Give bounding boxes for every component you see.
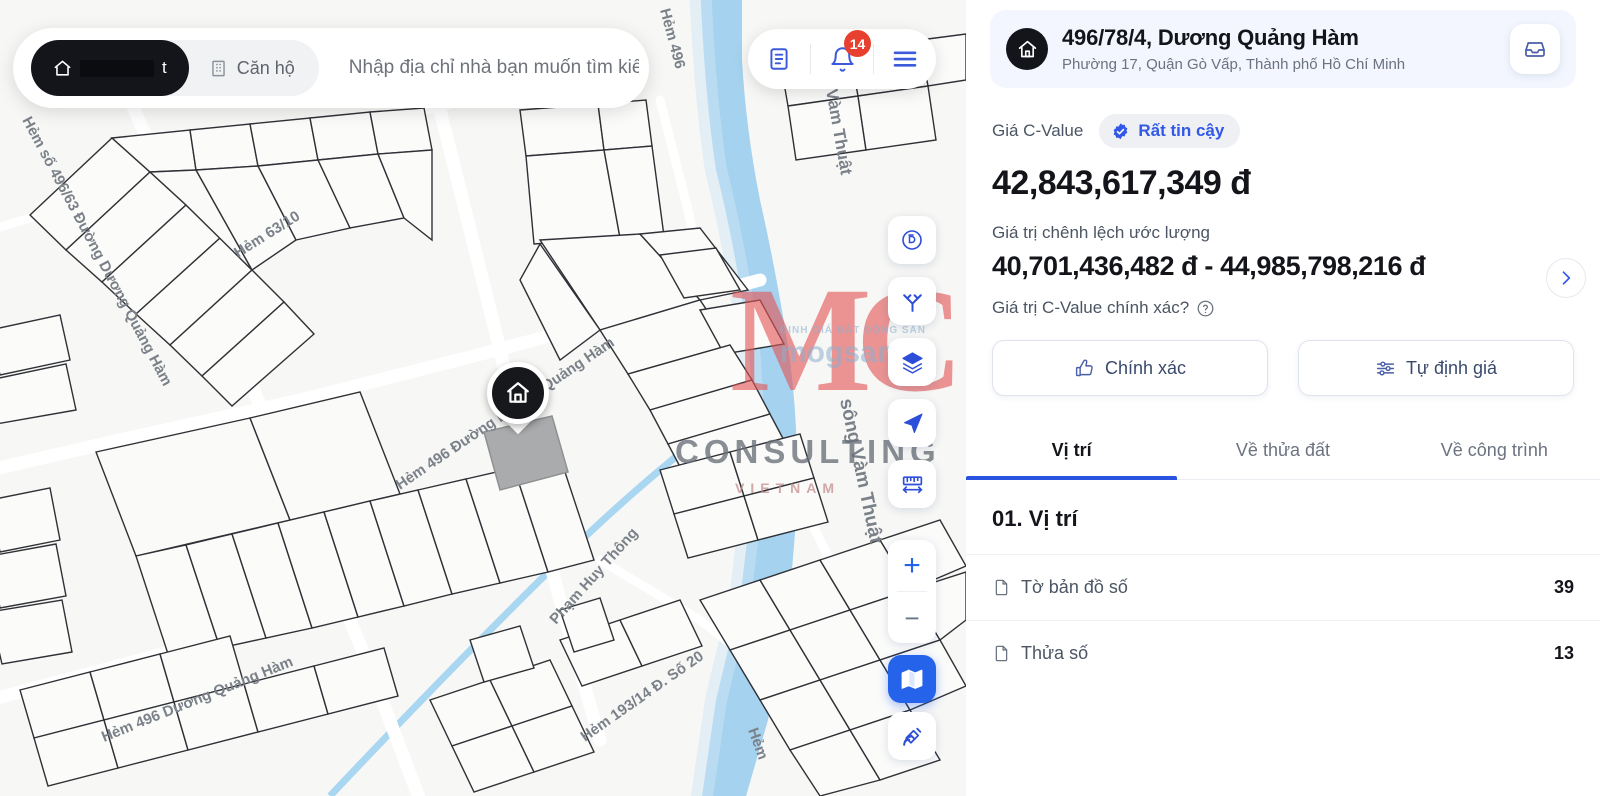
building-icon [211,60,225,76]
file-icon [995,579,1008,596]
satellite-icon [902,727,921,746]
inbox-icon [1525,42,1545,57]
route-button[interactable] [888,277,936,325]
page-title: 496/78/4, Dương Quảng Hàm [1062,25,1359,50]
type-chip-house-redacted [80,59,154,77]
confirm-accurate-label: Chính xác [1104,357,1187,378]
layers-button[interactable] [888,338,936,386]
measure-ruler-icon [901,475,923,493]
menu-button[interactable] [874,29,936,89]
satellite-view-button[interactable] [888,712,936,760]
zoom-out-button[interactable]: − [888,592,936,643]
route-fork-icon [902,293,922,312]
header-actions: 14 [748,29,936,89]
range-label: Giá trị chênh lệch ước lượng [992,223,1210,242]
valuation-actions: Chính xác Tự định giá [966,318,1600,396]
self-valuation-label: Tự định giá [1405,357,1498,378]
measure-button[interactable] [888,460,936,508]
info-label-group: Thửa số [992,643,1088,664]
property-type-toggle[interactable]: t Căn hộ [31,40,319,96]
thumbs-up-icon [1075,359,1093,376]
property-detail-panel: 496/78/4, Dương Quảng Hàm Phường 17, Quậ… [966,0,1600,796]
status-badge: Rất tin cậy [1099,114,1241,148]
search-input[interactable] [318,57,639,79]
map-view-icon [901,669,923,689]
info-label-group: Tờ bản đồ số [992,577,1128,598]
map-vector: .pl { fill:#fbfbfa; stroke:#2f3136; stro… [0,0,966,796]
self-valuation-button[interactable]: Tự định giá [1298,340,1574,396]
hamburger-menu-icon [893,51,917,67]
documents-button[interactable] [748,29,810,89]
notifications-button[interactable]: 14 [811,29,873,89]
confirm-accurate-button[interactable]: Chính xác [992,340,1268,396]
detail-tabs: Vị trí Về thửa đất Về công trình [966,424,1600,480]
home-icon [507,382,529,403]
type-chip-house[interactable]: t [31,40,189,96]
valuation-block: Giá C-Value Rất tin cậy 42,843,617,349 đ… [966,88,1600,318]
type-chip-apartment-label: Căn hộ [236,57,295,78]
search-bar[interactable]: t Căn hộ [13,28,649,108]
info-value: 39 [1553,577,1574,597]
zoom-in-button[interactable]: + [888,540,936,591]
zoom-controls: + − [888,540,936,643]
layers-icon [901,351,923,374]
tab-construction[interactable]: Về công trình [1389,424,1600,479]
chevron-right-icon [1562,271,1571,285]
table-row: Tờ bản đồ số 39 [966,554,1600,620]
type-chip-apartment[interactable]: Căn hộ [189,40,319,96]
price-layer-button[interactable] [888,216,936,264]
address-subtitle: Phường 17, Quận Gò Vấp, Thành phố Hồ Chí… [1062,56,1406,73]
basemap-switcher [888,655,936,760]
address-home-badge [1006,28,1048,70]
accuracy-question-label: Giá trị C-Value chính xác? [992,298,1190,317]
info-label: Thửa số [1021,643,1089,663]
cvalue-row: Giá C-Value Rất tin cậy [992,114,1574,148]
notification-badge: 14 [844,30,871,57]
property-marker[interactable] [487,362,549,452]
panel-header: 496/78/4, Dương Quảng Hàm Phường 17, Quậ… [966,0,1600,88]
map-canvas[interactable]: .pl { fill:#fbfbfa; stroke:#2f3136; stro… [0,0,966,796]
cvalue-label: Giá C-Value [992,121,1084,140]
inbox-button[interactable] [1510,24,1560,74]
tab-location[interactable]: Vị trí [966,424,1178,480]
map-tool-column [888,216,936,508]
accuracy-question-row: Giá trị C-Value chính xác? [992,298,1574,318]
cvalue-price: 42,843,617,349 đ [992,164,1251,202]
navigation-arrow-icon [903,413,922,433]
address-text: 496/78/4, Dương Quảng Hàm Phường 17, Quậ… [1062,25,1496,73]
status-badge-label: Rất tin cậy [1138,121,1225,140]
type-chip-house-label: t [162,58,167,77]
sliders-icon [1376,361,1395,376]
tab-land-parcel[interactable]: Về thửa đất [1177,424,1388,479]
locate-button[interactable] [888,399,936,447]
file-icon [995,645,1008,662]
verified-badge-icon [1113,122,1128,139]
address-card: 496/78/4, Dương Quảng Hàm Phường 17, Quậ… [990,10,1576,88]
app-root: .pl { fill:#fbfbfa; stroke:#2f3136; stro… [0,0,1600,796]
map-view-button[interactable] [888,655,936,703]
range-value: 40,701,436,482 đ - 44,985,798,216 đ [992,251,1426,281]
marker-head [487,362,549,424]
home-icon [1018,40,1036,57]
home-icon [54,60,71,76]
info-value: 13 [1553,643,1574,663]
help-circle-icon[interactable] [1196,299,1215,318]
section-title: 01. Vị trí [992,506,1078,531]
next-property-button[interactable] [1546,258,1586,298]
section-location: 01. Vị trí Tờ bản đồ số 39 Thửa số 13 [966,480,1600,796]
info-label: Tờ bản đồ số [1021,577,1128,597]
table-row: Thửa số 13 [966,620,1600,686]
currency-dong-icon [902,230,922,250]
document-icon [770,48,788,70]
